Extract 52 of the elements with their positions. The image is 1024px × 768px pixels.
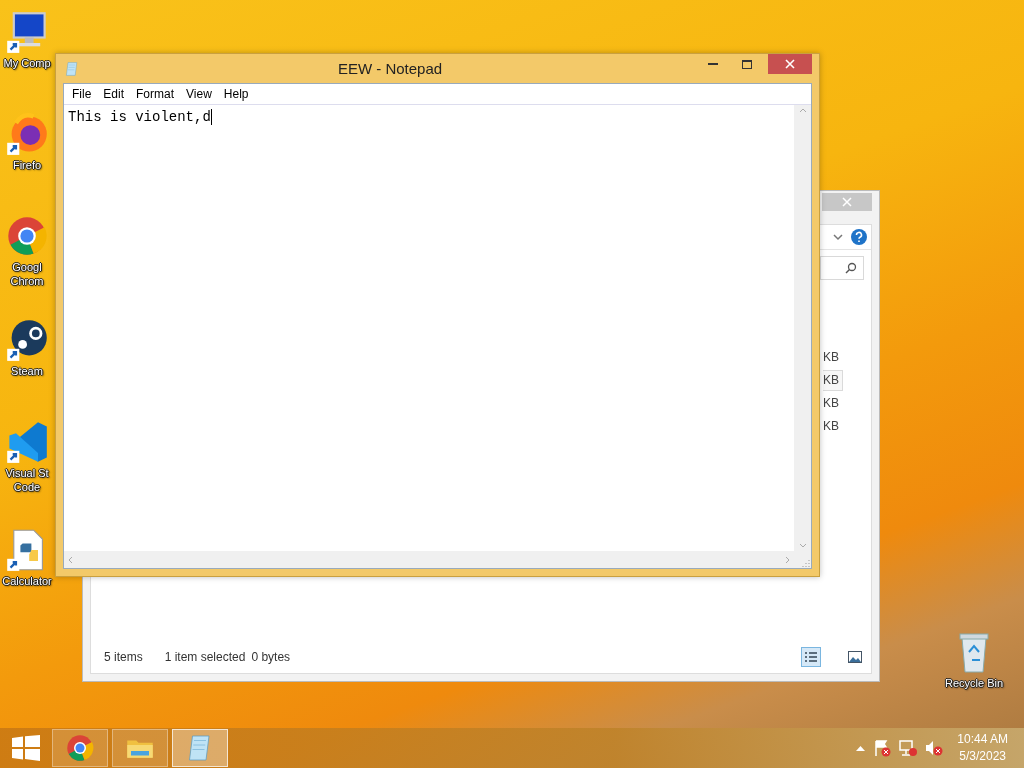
list-icon (804, 651, 818, 663)
menu-item[interactable]: File (66, 87, 98, 101)
minimize-icon (708, 62, 718, 66)
selection-size: 0 bytes (251, 650, 291, 664)
close-button[interactable] (768, 54, 812, 74)
notepad-icon (64, 60, 80, 77)
speaker-muted-icon (925, 739, 944, 757)
scroll-down-icon (798, 543, 807, 548)
item-count: 5 items (104, 650, 143, 664)
taskbar-app-button[interactable] (172, 729, 228, 767)
maximize-icon (742, 59, 752, 69)
chrome-icon (5, 214, 49, 258)
scroll-left-icon (68, 555, 73, 564)
chrome-icon (65, 733, 95, 763)
horizontal-scrollbar[interactable] (64, 551, 794, 568)
search-field[interactable] (820, 256, 864, 280)
scroll-right-icon (785, 555, 790, 564)
taskbar-app-button[interactable] (52, 729, 108, 767)
taskbar-app-button[interactable] (112, 729, 168, 767)
close-icon (785, 59, 795, 69)
document-text: This is violent,d (68, 109, 212, 125)
clock-date: 5/3/2023 (959, 748, 1006, 765)
code-editor-icon (5, 420, 49, 464)
selection-count: 1 item selected (164, 650, 246, 664)
menu-item[interactable]: View (180, 87, 218, 101)
details-view-button[interactable] (801, 647, 821, 667)
text-area[interactable]: This is violent,d (64, 105, 794, 551)
menu-item[interactable]: Edit (97, 87, 131, 101)
flag-icon (873, 739, 892, 757)
window-title: EEW - Notepad (336, 60, 444, 77)
file-size[interactable]: KB (823, 347, 843, 368)
file-size[interactable]: KB (823, 393, 843, 414)
menu-item[interactable]: Help (217, 87, 255, 101)
windows-logo-icon (12, 735, 40, 761)
close-icon (842, 197, 852, 207)
search-icon (845, 262, 857, 274)
file-size[interactable]: KB (823, 370, 843, 391)
computer-icon (5, 10, 49, 54)
chevron-down-icon (833, 233, 843, 241)
resize-grip-icon (801, 558, 811, 568)
help-icon (851, 229, 867, 245)
firefox-icon (5, 112, 49, 156)
image-icon (848, 651, 862, 663)
clock-time: 10:44 AM (957, 731, 1008, 748)
vertical-scrollbar[interactable] (794, 105, 811, 551)
scroll-up-icon (798, 108, 807, 113)
close-button[interactable] (822, 193, 872, 211)
caret-up-icon (856, 745, 866, 751)
menu-item[interactable]: Format (130, 87, 181, 101)
network-icon (899, 739, 918, 757)
file-size[interactable]: KB (823, 416, 843, 437)
steam-icon (5, 318, 49, 362)
